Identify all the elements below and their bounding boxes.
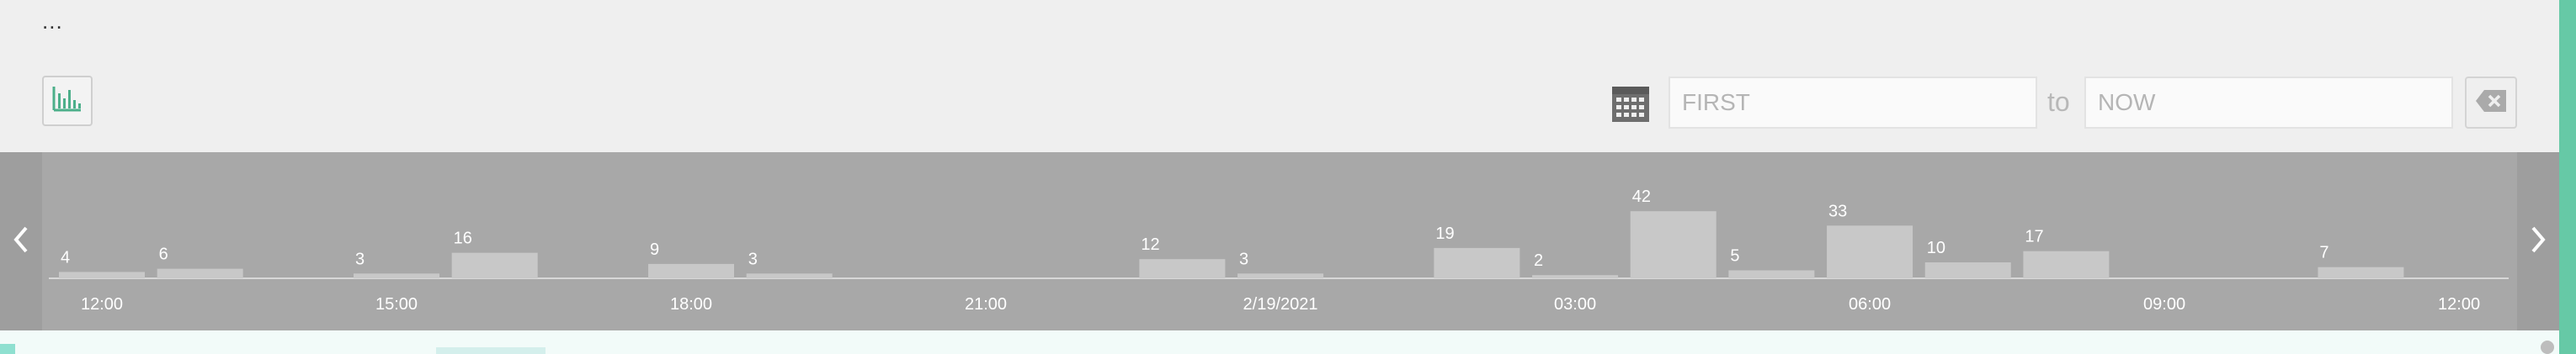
chevron-right-icon — [2529, 225, 2547, 258]
histogram-bar[interactable] — [157, 268, 243, 278]
scrollbar-thumb[interactable] — [2541, 341, 2554, 354]
from-date-input[interactable] — [1669, 77, 2037, 129]
histogram-count-label: 7 — [2319, 244, 2329, 262]
histogram-count-label: 9 — [650, 240, 659, 259]
histogram-count-label: 4 — [61, 248, 70, 267]
histogram-count-label: 3 — [1239, 250, 1248, 268]
histogram-bar[interactable] — [2318, 267, 2404, 278]
chevron-left-icon — [12, 225, 30, 258]
histogram-tick-label: 2/19/2021 — [1243, 295, 1318, 314]
histogram-bar[interactable] — [648, 263, 735, 278]
histogram-tick-label: 03:00 — [1554, 295, 1596, 314]
histogram-tick-label: 12:00 — [81, 295, 123, 314]
histogram-count-label: 6 — [159, 246, 168, 264]
histogram-bar[interactable] — [1630, 211, 1716, 278]
histogram-panel: 4 6 3 16 9 3 12 3 19 2 42 5 33 10 17 7 12:00 12:00 15:00 18… — [0, 152, 2559, 330]
histogram-count-label: 10 — [1927, 239, 1945, 257]
accent-strip — [2559, 0, 2576, 354]
histogram-next-button[interactable] — [2517, 152, 2559, 330]
histogram-count-label: 33 — [1828, 202, 1847, 220]
histogram-bar[interactable] — [59, 272, 145, 278]
histogram-prev-button[interactable] — [0, 152, 42, 330]
clear-dates-button[interactable] — [2465, 77, 2517, 129]
calendar-icon — [1611, 87, 1650, 126]
histogram-bar[interactable] — [451, 252, 538, 278]
histogram-tick-label: 15:00 — [375, 295, 418, 314]
histogram-count-label: 2 — [1534, 251, 1543, 270]
histogram-count-label: 16 — [454, 230, 472, 248]
until-date-input[interactable] — [2084, 77, 2453, 129]
content-area — [0, 330, 2559, 354]
histogram-bar[interactable] — [2023, 251, 2110, 278]
histogram-bar[interactable] — [1139, 259, 1226, 278]
histogram-bar[interactable] — [1924, 262, 2011, 278]
bar-chart-icon — [52, 85, 82, 118]
histogram-count-label: 3 — [748, 250, 758, 268]
histogram-tick-label: 09:00 — [2143, 295, 2185, 314]
histogram-toggle-button[interactable] — [42, 76, 93, 126]
backspace-icon — [2474, 88, 2508, 118]
histogram-count-label: 17 — [2025, 228, 2043, 246]
histogram-chart[interactable]: 4 6 3 16 9 3 12 3 19 2 42 5 33 10 17 7 12:00 12:00 15:00 18… — [0, 152, 2559, 330]
histogram-count-label: 42 — [1632, 188, 1651, 206]
histogram-bar[interactable] — [746, 273, 833, 278]
histogram-bar[interactable] — [1237, 273, 1324, 278]
histogram-tick-label: 18:00 — [670, 295, 712, 314]
histogram-bar[interactable] — [354, 273, 440, 278]
histogram-count-label: 5 — [1730, 247, 1739, 266]
histogram-count-label: 3 — [355, 250, 365, 268]
content-tab[interactable] — [436, 347, 546, 354]
histogram-tick-label: 21:00 — [965, 295, 1007, 314]
histogram-bar[interactable] — [1728, 270, 1815, 279]
content-edge — [0, 344, 15, 354]
histogram-bar[interactable] — [1827, 225, 1913, 278]
histogram-bar[interactable] — [1434, 247, 1520, 278]
histogram-tick-label: 06:00 — [1849, 295, 1891, 314]
histogram-tick-label: 12:00 — [2438, 295, 2480, 314]
histogram-bar[interactable] — [1532, 275, 1619, 278]
histogram-count-label: 12 — [1141, 235, 1159, 254]
calendar-button[interactable] — [1611, 84, 1650, 123]
more-menu[interactable]: ... — [42, 8, 63, 34]
to-label: to — [2047, 87, 2070, 117]
histogram-count-label: 19 — [1435, 225, 1454, 243]
